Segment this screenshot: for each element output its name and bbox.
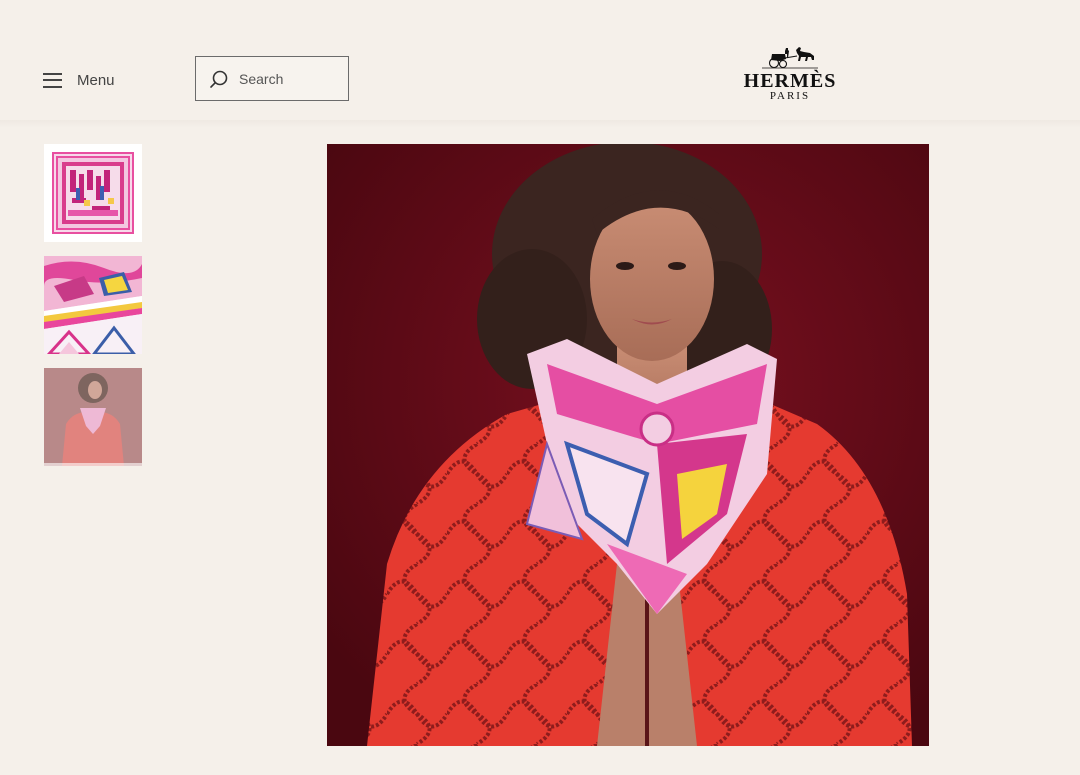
logo-wordmark: HERMÈS [743, 70, 837, 92]
search-input[interactable] [239, 70, 339, 87]
menu-button[interactable]: Menu [43, 68, 115, 92]
hamburger-icon [43, 72, 62, 88]
scarf-detail-image [44, 256, 142, 354]
search-icon [210, 70, 228, 88]
menu-label: Menu [77, 71, 115, 89]
model-wearing-scarf-image [327, 144, 929, 746]
thumbnail-scarf-detail[interactable] [44, 256, 142, 354]
thumbnail-model[interactable] [44, 368, 142, 466]
thumbnail-list [44, 144, 142, 480]
main-product-image[interactable] [327, 144, 929, 746]
thumbnail-flat-scarf[interactable] [44, 144, 142, 242]
brand-logo[interactable]: HERMÈS PARIS [740, 44, 840, 110]
header-divider [0, 120, 1080, 128]
model-thumbnail-image [44, 368, 142, 466]
carriage-logo-icon [762, 47, 818, 69]
flat-scarf-image [44, 144, 142, 242]
site-header: Menu HERMÈS PARIS [0, 0, 1080, 122]
search-box[interactable] [195, 56, 349, 101]
